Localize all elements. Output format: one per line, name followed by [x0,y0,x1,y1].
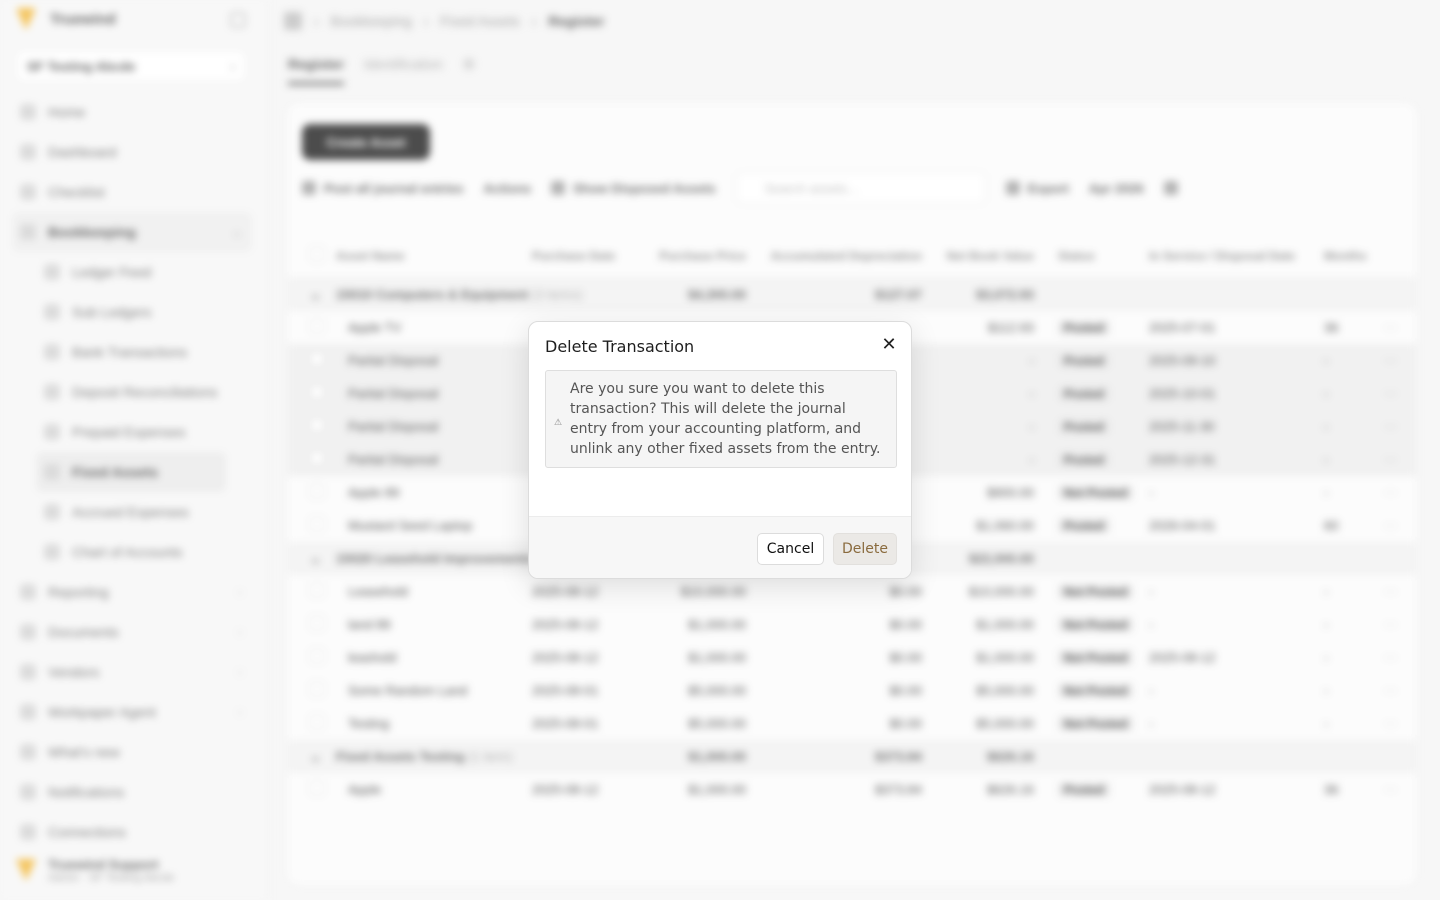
delete-transaction-dialog: Delete Transaction ✕ ⚠ Are you sure you … [528,321,912,579]
warning-icon: ⚠ [554,418,563,428]
dialog-footer: Cancel Delete [529,516,911,578]
close-icon[interactable]: ✕ [879,334,899,354]
warning-message: Are you sure you want to delete this tra… [570,381,881,457]
delete-button[interactable]: Delete [833,533,897,565]
dialog-title: Delete Transaction [545,337,695,356]
warning-message-box: ⚠ Are you sure you want to delete this t… [545,370,897,468]
cancel-button[interactable]: Cancel [757,533,824,565]
